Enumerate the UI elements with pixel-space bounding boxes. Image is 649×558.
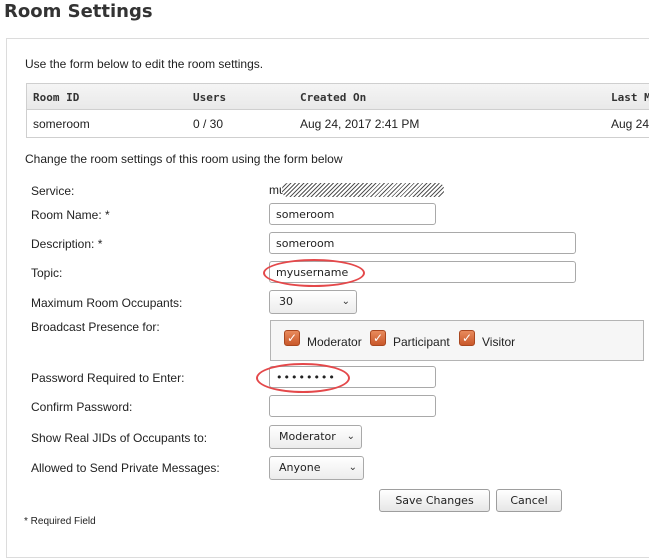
- participant-checkbox[interactable]: ✓: [370, 330, 386, 346]
- column-header-room-id: Room ID: [33, 91, 80, 104]
- form-subtitle: Change the room settings of this room us…: [25, 152, 343, 166]
- check-icon: ✓: [461, 331, 473, 345]
- description-label: Description: *: [31, 237, 103, 251]
- highlight-circle: [263, 259, 365, 287]
- show-jids-select[interactable]: Moderator ⌄: [269, 425, 362, 449]
- column-header-last-modified: Last M: [611, 91, 649, 104]
- room-summary-table: Room ID Users Created On Last M someroom…: [26, 83, 649, 138]
- confirm-password-label: Confirm Password:: [31, 400, 133, 414]
- room-name-input[interactable]: [269, 203, 436, 225]
- broadcast-presence-label: Broadcast Presence for:: [31, 320, 160, 334]
- max-occupants-select[interactable]: 30 ⌄: [269, 290, 357, 314]
- moderator-label: Moderator: [307, 335, 362, 349]
- confirm-password-input[interactable]: [269, 395, 436, 417]
- page-title: Room Settings: [4, 1, 153, 22]
- check-icon: ✓: [372, 331, 384, 345]
- show-jids-label: Show Real JIDs of Occupants to:: [31, 431, 208, 445]
- max-occupants-label: Maximum Room Occupants:: [31, 296, 183, 310]
- show-jids-value: Moderator: [279, 430, 336, 443]
- visitor-label: Visitor: [482, 335, 516, 349]
- table-header: Room ID Users Created On Last M: [27, 84, 649, 110]
- cancel-button[interactable]: Cancel: [496, 489, 562, 512]
- redaction-scribble: [282, 183, 444, 197]
- save-changes-button[interactable]: Save Changes: [379, 489, 490, 512]
- private-messages-value: Anyone: [279, 461, 321, 474]
- moderator-checkbox[interactable]: ✓: [284, 330, 300, 346]
- participant-label: Participant: [393, 335, 450, 349]
- topic-label: Topic:: [31, 266, 63, 280]
- visitor-checkbox[interactable]: ✓: [459, 330, 475, 346]
- chevron-down-icon: ⌄: [348, 462, 357, 473]
- cell-room-id: someroom: [33, 117, 90, 131]
- cell-created-on: Aug 24, 2017 2:41 PM: [300, 117, 420, 131]
- chevron-down-icon: ⌄: [341, 296, 350, 307]
- private-messages-select[interactable]: Anyone ⌄: [269, 456, 364, 480]
- column-header-users: Users: [193, 91, 227, 104]
- max-occupants-value: 30: [279, 295, 293, 308]
- password-label: Password Required to Enter:: [31, 371, 185, 385]
- chevron-down-icon: ⌄: [346, 431, 355, 442]
- check-icon: ✓: [286, 331, 298, 345]
- cell-last-modified: Aug 24: [611, 117, 649, 131]
- description-input[interactable]: [269, 232, 576, 254]
- intro-text: Use the form below to edit the room sett…: [25, 57, 264, 71]
- highlight-circle: [256, 363, 350, 393]
- required-field-note: * Required Field: [24, 516, 96, 527]
- cell-users: 0 / 30: [193, 117, 224, 131]
- column-header-created-on: Created On: [300, 91, 367, 104]
- room-name-label: Room Name: *: [31, 208, 110, 222]
- private-messages-label: Allowed to Send Private Messages:: [31, 461, 220, 475]
- service-label: Service:: [31, 184, 75, 198]
